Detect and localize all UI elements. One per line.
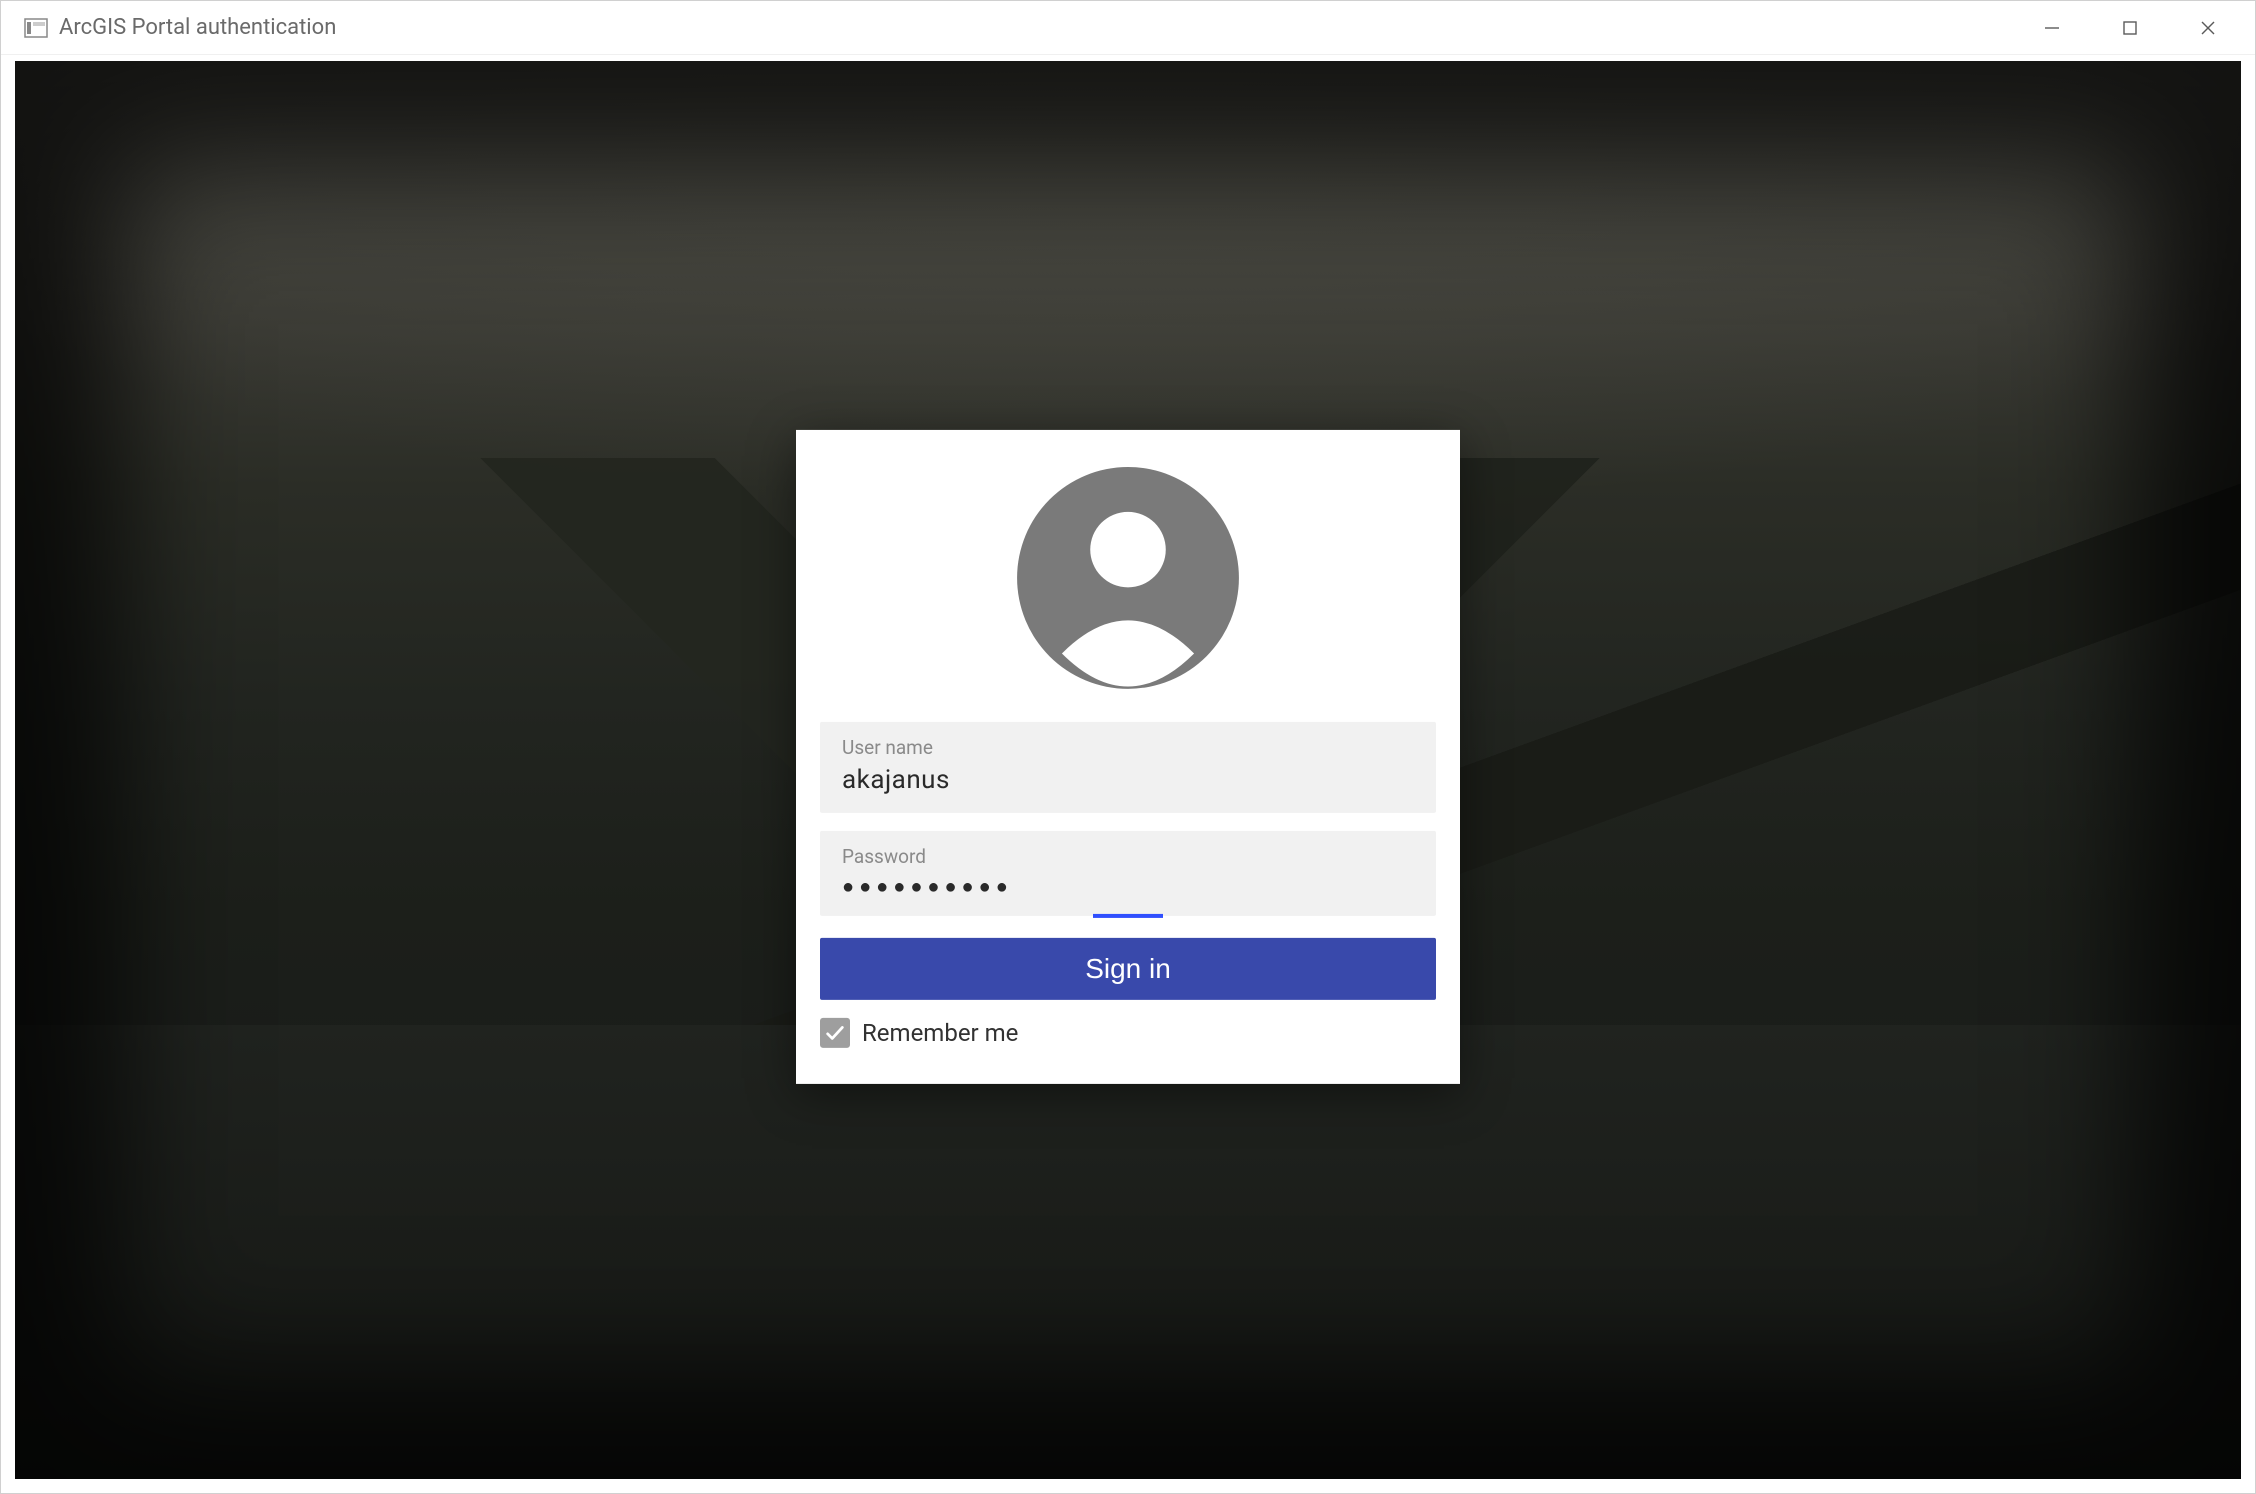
- password-label: Password: [842, 845, 1414, 868]
- user-avatar-icon: [1010, 460, 1246, 696]
- password-input[interactable]: [842, 874, 1414, 898]
- maximize-button[interactable]: [2091, 5, 2169, 51]
- remember-me-row: Remember me: [820, 1018, 1436, 1048]
- titlebar: ArcGIS Portal authentication: [1, 1, 2255, 55]
- signin-button[interactable]: Sign in: [820, 938, 1436, 1000]
- login-card: User name Password Sign in Remember me: [796, 430, 1460, 1084]
- remember-me-label: Remember me: [862, 1019, 1018, 1047]
- username-field[interactable]: User name: [820, 722, 1436, 813]
- app-window: ArcGIS Portal authentication: [0, 0, 2256, 1494]
- window-title: ArcGIS Portal authentication: [59, 15, 2013, 40]
- app-icon: [23, 15, 49, 41]
- username-label: User name: [842, 736, 1414, 759]
- remember-me-checkbox[interactable]: [820, 1018, 850, 1048]
- window-controls: [2013, 5, 2247, 51]
- username-input[interactable]: [842, 765, 1414, 795]
- minimize-button[interactable]: [2013, 5, 2091, 51]
- close-button[interactable]: [2169, 5, 2247, 51]
- content-area: User name Password Sign in Remember me: [15, 61, 2241, 1479]
- password-field[interactable]: Password: [820, 831, 1436, 916]
